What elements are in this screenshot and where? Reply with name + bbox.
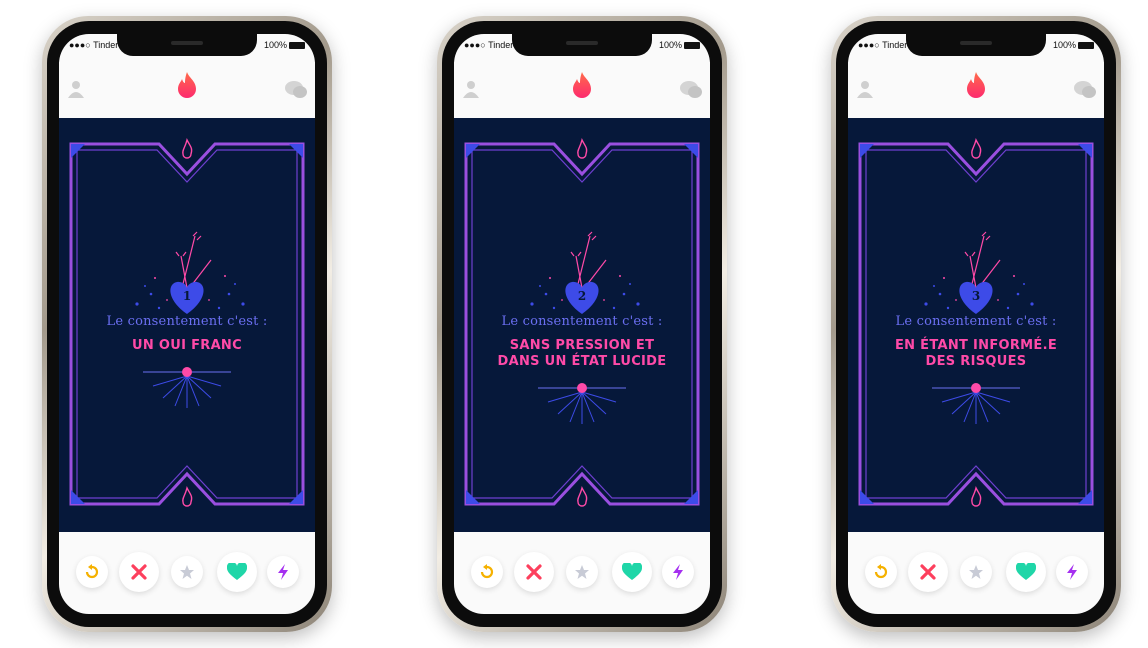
- flame-ornament-bottom: [971, 485, 982, 507]
- card-title: Le consentement c'est :: [895, 314, 1057, 329]
- close-icon: [920, 564, 936, 580]
- heart-number: 3: [971, 289, 981, 303]
- status-bar: ●●●○ Tinder 100%: [69, 40, 305, 52]
- phone-mockup-3: ●●●○ Tinder 100% 3 Le consentement c'est…: [831, 16, 1121, 632]
- rays-ornament: [143, 371, 231, 408]
- star-icon: [969, 565, 983, 579]
- close-icon: [131, 564, 147, 580]
- tinder-flame-icon[interactable]: [571, 72, 593, 100]
- rays-ornament: [538, 387, 626, 424]
- chat-icon[interactable]: [1074, 80, 1096, 100]
- superlike-button[interactable]: [960, 556, 992, 588]
- speech-bubble-badge: [182, 367, 192, 377]
- nope-button[interactable]: [119, 552, 159, 592]
- card-line-1: SANS PRESSION ET: [509, 338, 655, 353]
- boost-button[interactable]: [267, 556, 299, 588]
- rewind-button[interactable]: [865, 556, 897, 588]
- battery-label: 100%: [658, 40, 682, 50]
- rewind-button[interactable]: [76, 556, 108, 588]
- boost-button[interactable]: [662, 556, 694, 588]
- card-line-1: UN OUI FRANC: [132, 338, 242, 353]
- status-bar: ●●●○ Tinder 100%: [464, 40, 700, 52]
- heart-icon: [227, 563, 247, 580]
- like-button[interactable]: [1006, 552, 1046, 592]
- action-bar: [454, 542, 710, 602]
- like-button[interactable]: [217, 552, 257, 592]
- heart-number: 1: [182, 289, 192, 303]
- arrows-ornament: [175, 231, 212, 289]
- action-bar: [848, 542, 1104, 602]
- consent-card[interactable]: 2 Le consentement c'est : SANS PRESSION …: [454, 118, 710, 532]
- rays-ornament: [932, 387, 1020, 424]
- carrier-label: ●●●○ Tinder: [858, 40, 908, 50]
- arrows-ornament: [964, 231, 1001, 289]
- boost-button[interactable]: [1056, 556, 1088, 588]
- card-line-2: DES RISQUES: [925, 354, 1027, 369]
- profile-icon[interactable]: [68, 80, 84, 98]
- star-icon: [575, 565, 589, 579]
- battery-icon: [289, 42, 305, 50]
- app-header: [848, 62, 1104, 110]
- phone-mockup-2: ●●●○ Tinder 100% 2 Le consentement c'est…: [437, 16, 727, 632]
- flame-ornament-top: [182, 137, 193, 159]
- superlike-button[interactable]: [566, 556, 598, 588]
- phone-screen-1: ●●●○ Tinder 100% 1 Le consentement c'est…: [59, 34, 315, 614]
- phone-mockup-1: ●●●○ Tinder 100% 1 Le consentement c'est…: [42, 16, 332, 632]
- battery-indicator: 100%: [264, 40, 305, 50]
- nope-button[interactable]: [908, 552, 948, 592]
- speech-bubble-badge: [577, 383, 587, 393]
- carrier-label: ●●●○ Tinder: [69, 40, 119, 50]
- consent-card[interactable]: 3 Le consentement c'est : EN ÉTANT INFOR…: [848, 118, 1104, 532]
- app-header: [454, 62, 710, 110]
- chat-icon[interactable]: [285, 80, 307, 100]
- rewind-icon: [874, 564, 888, 579]
- battery-label: 100%: [1052, 40, 1076, 50]
- battery-label: 100%: [263, 40, 287, 50]
- card-title: Le consentement c'est :: [501, 314, 663, 329]
- heart-icon: [1016, 563, 1036, 580]
- close-icon: [526, 564, 542, 580]
- bolt-icon: [1067, 564, 1077, 580]
- flame-ornament-bottom: [577, 485, 588, 507]
- rewind-icon: [85, 564, 99, 579]
- rewind-icon: [480, 564, 494, 579]
- heart-number: 2: [577, 289, 587, 303]
- profile-icon[interactable]: [463, 80, 479, 98]
- superlike-button[interactable]: [171, 556, 203, 588]
- battery-indicator: 100%: [1053, 40, 1094, 50]
- action-bar: [59, 542, 315, 602]
- battery-icon: [684, 42, 700, 50]
- card-title: Le consentement c'est :: [106, 314, 268, 329]
- battery-icon: [1078, 42, 1094, 50]
- nope-button[interactable]: [514, 552, 554, 592]
- tinder-flame-icon[interactable]: [965, 72, 987, 100]
- card-line-2: DANS UN ÉTAT LUCIDE: [497, 354, 667, 369]
- consent-card[interactable]: 1 Le consentement c'est : UN OUI FRANC: [59, 118, 315, 532]
- rewind-button[interactable]: [471, 556, 503, 588]
- app-header: [59, 62, 315, 110]
- flame-ornament-top: [971, 137, 982, 159]
- speech-bubble-badge: [971, 383, 981, 393]
- chat-icon[interactable]: [680, 80, 702, 100]
- battery-indicator: 100%: [659, 40, 700, 50]
- tinder-flame-icon[interactable]: [176, 72, 198, 100]
- like-button[interactable]: [612, 552, 652, 592]
- heart-icon: [622, 563, 642, 580]
- bolt-icon: [278, 564, 288, 580]
- phone-screen-2: ●●●○ Tinder 100% 2 Le consentement c'est…: [454, 34, 710, 614]
- card-line-1: EN ÉTANT INFORMÉ.E: [894, 338, 1058, 353]
- status-bar: ●●●○ Tinder 100%: [858, 40, 1094, 52]
- carrier-label: ●●●○ Tinder: [464, 40, 514, 50]
- phone-screen-3: ●●●○ Tinder 100% 3 Le consentement c'est…: [848, 34, 1104, 614]
- profile-icon[interactable]: [857, 80, 873, 98]
- star-icon: [180, 565, 194, 579]
- flame-ornament-top: [577, 137, 588, 159]
- bolt-icon: [673, 564, 683, 580]
- arrows-ornament: [570, 231, 607, 289]
- flame-ornament-bottom: [182, 485, 193, 507]
